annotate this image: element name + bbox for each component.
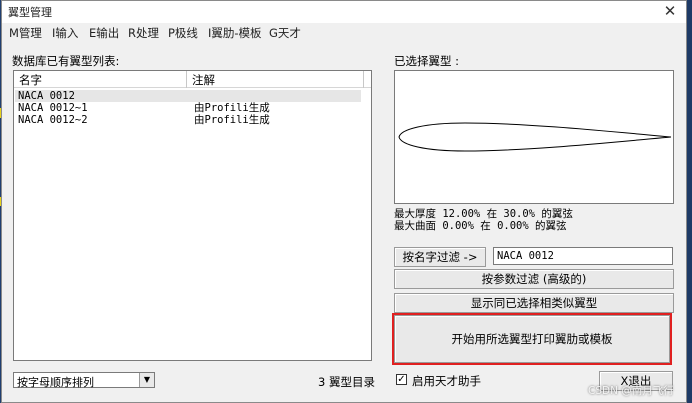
list-header: 名字 注解 (14, 71, 371, 88)
show-similar-button[interactable]: 显示同已选择相类似翼型 (394, 293, 674, 313)
airfoil-preview (394, 70, 674, 204)
column-header-name[interactable]: 名字 (19, 72, 42, 88)
column-divider[interactable] (363, 71, 364, 88)
max-camber-info: 最大曲面 0.00% 在 0.00% 的翼弦 (394, 220, 567, 232)
column-divider[interactable] (186, 71, 187, 88)
column-header-note[interactable]: 注解 (192, 72, 215, 88)
list-item[interactable]: NACA 0012 (15, 90, 361, 102)
genius-assistant-checkbox[interactable]: ✓ (396, 374, 407, 385)
airfoil-manager-window: 翼型管理 ✕ M管理 I输入 E输出 R处理 P极线 I翼肋-模板 G天才 数据… (1, 0, 687, 403)
close-icon[interactable]: ✕ (660, 2, 680, 20)
window-title: 翼型管理 (8, 6, 52, 19)
sort-order-select[interactable]: 按字母顺序排列 ▼ (13, 372, 155, 389)
airfoil-name: NACA 0012~2 (18, 114, 88, 126)
highlight-annotation (392, 313, 672, 365)
genius-assistant-label: 启用天才助手 (412, 374, 481, 388)
menu-genius[interactable]: G天才 (269, 25, 301, 41)
chevron-down-icon[interactable]: ▼ (139, 373, 154, 387)
filter-name-input[interactable]: NACA 0012 (493, 247, 673, 265)
airfoil-count: 3 翼型目录 (318, 375, 375, 389)
watermark: CSDN @南月飞行 (588, 385, 674, 397)
selected-airfoil-label: 已选择翼型 : (394, 54, 460, 68)
list-item[interactable]: NACA 0012~2 由Profili生成 (15, 114, 361, 126)
menu-input[interactable]: I输入 (52, 25, 78, 41)
menu-rib-template[interactable]: I翼肋-模板 (208, 25, 262, 41)
airfoil-note: 由Profili生成 (194, 114, 270, 126)
title-bar: 翼型管理 ✕ (2, 1, 686, 23)
desktop-background (687, 0, 692, 403)
airfoil-name: NACA 0012 (18, 90, 75, 102)
menu-bar: M管理 I输入 E输出 R处理 P极线 I翼肋-模板 G天才 (2, 23, 686, 42)
menu-output[interactable]: E输出 (89, 25, 119, 41)
airfoil-note: 由Profili生成 (194, 102, 270, 114)
menu-process[interactable]: R处理 (128, 25, 159, 41)
list-item[interactable]: NACA 0012~1 由Profili生成 (15, 102, 361, 114)
airfoil-shape (398, 122, 672, 152)
airfoil-name: NACA 0012~1 (18, 102, 88, 114)
filter-by-params-button[interactable]: 按参数过滤 (高级的) (394, 269, 674, 289)
airfoil-list-label: 数据库已有翼型列表: (12, 54, 120, 68)
menu-manage[interactable]: M管理 (9, 25, 42, 41)
sort-order-value: 按字母顺序排列 (17, 376, 94, 389)
airfoil-list[interactable]: 名字 注解 NACA 0012 NACA 0012~1 由Profili生成 N… (13, 70, 372, 361)
menu-polar[interactable]: P极线 (168, 25, 198, 41)
filter-by-name-button[interactable]: 按名字过滤 -> (394, 247, 486, 267)
